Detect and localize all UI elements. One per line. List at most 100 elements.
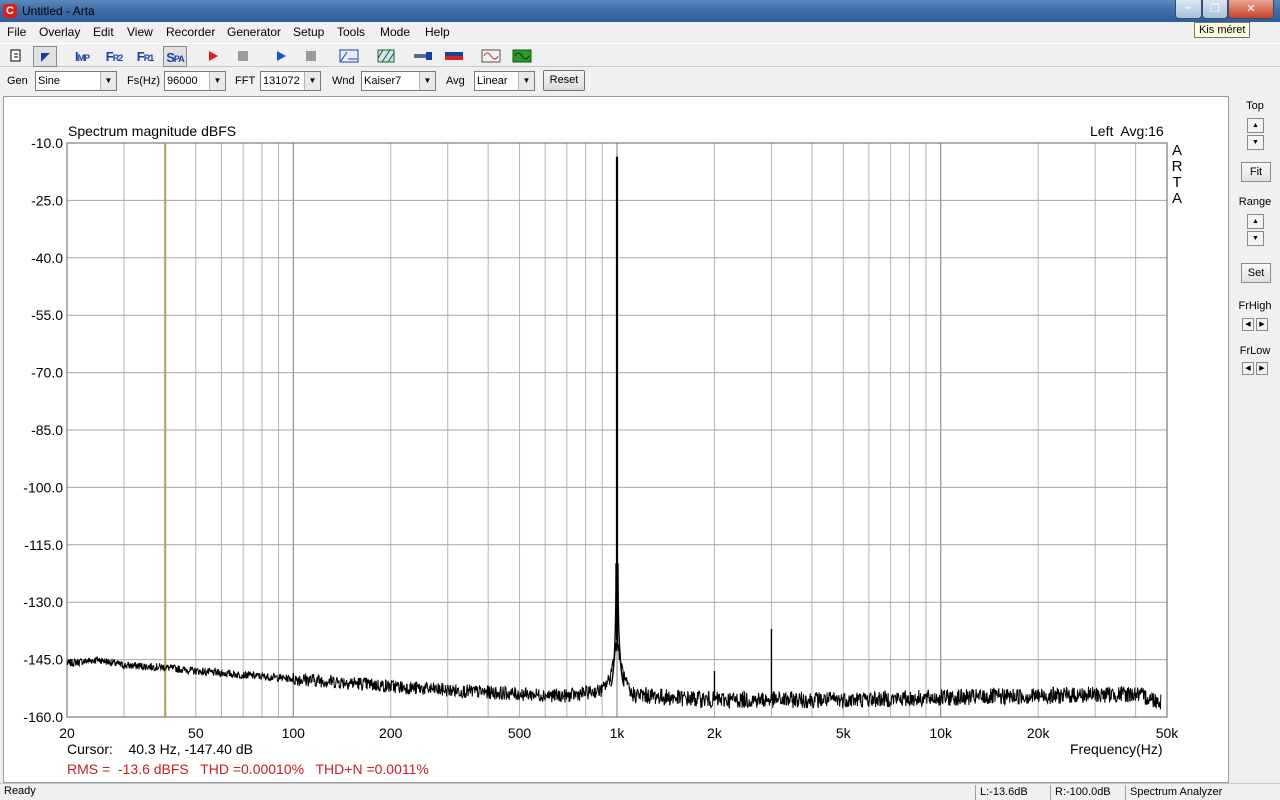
toolbar: IMP FR2 FR1 SPA: [0, 43, 1280, 67]
close-icon: ✕: [1246, 3, 1256, 15]
arrow-down-icon: ▼: [1252, 235, 1259, 242]
avg-label: Avg: [446, 75, 465, 87]
title-bar[interactable]: C Untitled - Arta – ❐ ✕: [0, 0, 1280, 22]
hatch-button[interactable]: [374, 46, 398, 67]
x-tick-label: 500: [508, 725, 532, 741]
minimize-icon: –: [1185, 2, 1192, 14]
probe-button[interactable]: [411, 46, 435, 67]
wnd-value: Kaiser7: [364, 75, 402, 87]
range-up-button[interactable]: ▲: [1247, 214, 1264, 229]
y-tick-label: -160.0: [23, 709, 63, 725]
y-tick-label: -145.0: [23, 652, 63, 668]
sine-generator-icon: [481, 49, 501, 63]
frhigh-left-button[interactable]: ◀: [1242, 318, 1254, 331]
menu-tools[interactable]: Tools: [337, 25, 365, 39]
abc-button[interactable]: [337, 46, 361, 67]
avg-select[interactable]: Linear ▼: [474, 71, 535, 91]
sine-generator-button[interactable]: [479, 46, 503, 67]
menu-overlay[interactable]: Overlay: [39, 25, 80, 39]
x-tick-label: 1k: [610, 725, 626, 741]
y-tick-label: -70.0: [31, 365, 63, 381]
menu-edit[interactable]: Edit: [93, 25, 114, 39]
status-mode: Spectrum Analyzer: [1125, 785, 1280, 800]
x-tick-label: 2k: [707, 725, 723, 741]
record-icon: [209, 51, 218, 61]
fit-button[interactable]: Fit: [1241, 162, 1271, 182]
arrow-up-icon: ▲: [1252, 218, 1259, 225]
status-ready: Ready: [4, 785, 36, 797]
frlow-right-button[interactable]: ▶: [1256, 362, 1268, 375]
cursor-button[interactable]: [33, 46, 57, 67]
frlow-label: FrLow: [1239, 345, 1271, 357]
close-button[interactable]: ✕: [1228, 0, 1274, 19]
stats-readout: RMS = -13.6 dBFS THD =0.00010% THD+N =0.…: [67, 761, 429, 777]
top-up-button[interactable]: ▲: [1247, 118, 1264, 133]
avg-value: Linear: [477, 75, 508, 87]
menu-file[interactable]: File: [7, 25, 26, 39]
menu-setup[interactable]: Setup: [293, 25, 324, 39]
wnd-label: Wnd: [332, 75, 355, 87]
x-axis-label: Frequency(Hz): [1070, 741, 1163, 757]
frhigh-label: FrHigh: [1238, 300, 1272, 312]
frhigh-right-button[interactable]: ▶: [1256, 318, 1268, 331]
gen-label: Gen: [7, 75, 28, 87]
frlow-left-button[interactable]: ◀: [1242, 362, 1254, 375]
y-tick-label: -100.0: [23, 479, 63, 495]
x-tick-label: 10k: [929, 725, 953, 741]
stop-button[interactable]: [231, 46, 255, 67]
spa-mode-button[interactable]: SPA: [163, 46, 187, 67]
stop2-button[interactable]: [299, 46, 323, 67]
arrow-left-icon: ◀: [1245, 321, 1251, 328]
window-title: Untitled - Arta: [22, 4, 95, 18]
x-tick-label: 100: [282, 725, 306, 741]
x-tick-label: 200: [379, 725, 403, 741]
y-tick-label: -85.0: [31, 422, 63, 438]
new-file-icon: [10, 49, 21, 62]
level-meter-button[interactable]: [442, 46, 466, 67]
record-button[interactable]: [201, 46, 225, 67]
scope-button[interactable]: [510, 46, 534, 67]
menu-view[interactable]: View: [127, 25, 153, 39]
imp-mode-button[interactable]: IMP: [70, 46, 94, 67]
channel-info: Left Avg:16: [1090, 123, 1164, 139]
menu-recorder[interactable]: Recorder: [166, 25, 215, 39]
menu-bar: File Overlay Edit View Recorder Generato…: [0, 22, 1280, 42]
fs-label: Fs(Hz): [127, 75, 160, 87]
spectrum-chart[interactable]: -10.0 -25.0 -40.0 -55.0 -70.0 -85.0 -100.0 -115…: [4, 97, 1228, 782]
hatch-icon: [377, 49, 395, 63]
wnd-select[interactable]: Kaiser7 ▼: [361, 71, 436, 91]
range-down-button[interactable]: ▼: [1247, 231, 1264, 246]
axis-labels: -10.0 -25.0 -40.0 -55.0 -70.0 -85.0 -100.0 -115…: [23, 135, 1179, 741]
set-button[interactable]: Set: [1241, 263, 1271, 283]
x-tick-label: 50: [188, 725, 204, 741]
level-meter-icon: [445, 52, 463, 60]
fr2-mode-button[interactable]: FR2: [102, 46, 126, 67]
restore-button[interactable]: ❐: [1202, 0, 1228, 19]
stop-icon: [238, 51, 248, 61]
play-icon: [277, 51, 286, 61]
top-down-button[interactable]: ▼: [1247, 135, 1264, 150]
fft-select[interactable]: 131072 ▼: [260, 71, 321, 91]
status-bar: Ready L:-13.6dB R:-100.0dB Spectrum Anal…: [0, 783, 1280, 800]
fr1-mode-button[interactable]: FR1: [133, 46, 157, 67]
new-file-button[interactable]: [4, 46, 28, 67]
plot-panel[interactable]: -10.0 -25.0 -40.0 -55.0 -70.0 -85.0 -100.0 -115…: [3, 96, 1229, 783]
menu-help[interactable]: Help: [425, 25, 450, 39]
gen-select[interactable]: Sine ▼: [35, 71, 117, 91]
top-label: Top: [1246, 100, 1264, 112]
arrow-down-icon: ▼: [1252, 139, 1259, 146]
scope-icon: [512, 49, 532, 63]
right-control-panel: Top ▲ ▼ Fit Range ▲ ▼ Set FrHigh ◀ ▶ FrL…: [1232, 96, 1280, 783]
menu-generator[interactable]: Generator: [227, 25, 281, 39]
chevron-down-icon: ▼: [304, 72, 320, 90]
reset-button[interactable]: Reset: [543, 70, 585, 91]
x-tick-label: 20: [59, 725, 75, 741]
fs-select[interactable]: 96000 ▼: [164, 71, 226, 91]
tooltip: Kis méret: [1194, 22, 1251, 38]
play-button[interactable]: [269, 46, 293, 67]
x-tick-label: 5k: [836, 725, 852, 741]
cursor-icon: [41, 53, 50, 62]
minimize-button[interactable]: –: [1175, 0, 1202, 19]
stop2-icon: [306, 51, 316, 61]
menu-mode[interactable]: Mode: [380, 25, 410, 39]
